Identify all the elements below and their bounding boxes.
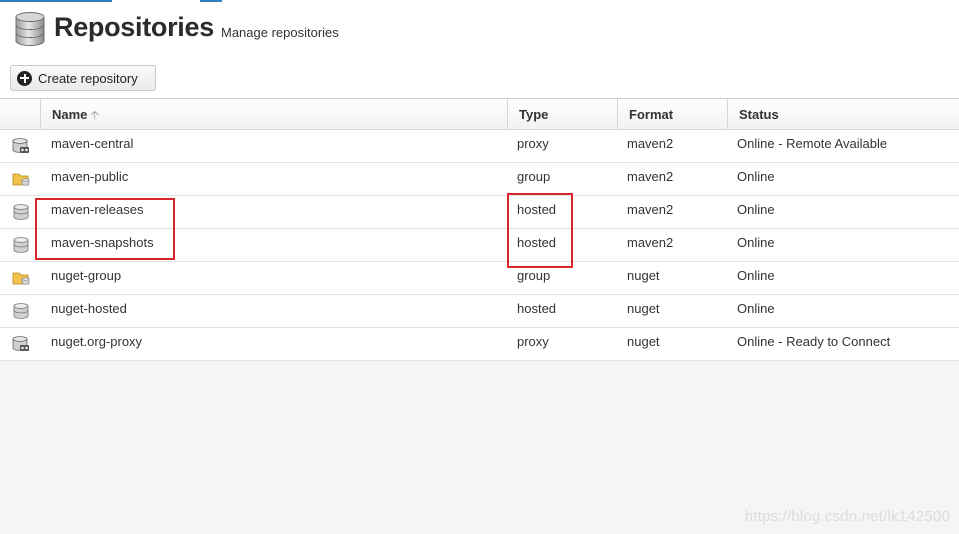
repo-status: Online [737,301,775,316]
create-repository-label: Create repository [38,70,138,86]
column-header-type-label: Type [519,107,549,122]
table-row[interactable]: maven-central proxy maven2 Online - Remo… [0,130,959,163]
column-header-status[interactable]: Status [727,99,959,130]
plus-circle-icon [17,70,32,86]
table-row[interactable]: maven-public group maven2 Online [0,163,959,196]
column-header-format[interactable]: Format [617,99,727,130]
column-header-status-label: Status [739,107,779,122]
group-repo-icon [12,173,30,186]
repo-name[interactable]: maven-snapshots [51,229,154,261]
repo-name[interactable]: maven-central [51,130,133,162]
repo-format: maven2 [627,202,674,217]
repo-type: group [517,268,551,283]
sort-ascending-icon: 🡡 [90,108,100,122]
repo-type: proxy [517,334,549,349]
group-repo-icon [12,272,30,285]
repo-name[interactable]: maven-releases [51,196,144,228]
icon-column-header [0,99,40,130]
repo-type: hosted [517,202,557,217]
table-row[interactable]: maven-snapshots hosted maven2 Online [0,229,959,262]
repo-status: Online - Remote Available [737,136,888,151]
database-icon [15,12,45,46]
repo-format: nuget [627,334,660,349]
table-row[interactable]: nuget-group group nuget Online [0,262,959,295]
repo-format: maven2 [627,235,674,250]
repo-format: nuget [627,268,660,283]
repo-status: Online [737,235,775,250]
table-row[interactable]: nuget.org-proxy proxy nuget Online - Rea… [0,328,959,361]
grid-rows: maven-central proxy maven2 Online - Remo… [0,130,959,361]
table-row[interactable]: maven-releases hosted maven2 Online [0,196,959,229]
watermark: https://blog.csdn.net/lk142500 [744,508,950,525]
repo-name[interactable]: nuget-group [51,262,121,294]
hosted-repo-icon [13,303,29,319]
create-repository-button[interactable]: Create repository [10,65,156,91]
repo-name[interactable]: nuget.org-proxy [51,328,142,360]
hosted-repo-icon [13,204,29,220]
repo-type: proxy [517,136,549,151]
proxy-repo-icon [12,138,29,153]
repo-status: Online - Ready to Connect [737,334,891,349]
repo-format: maven2 [627,136,674,151]
repo-type: hosted [517,235,557,250]
repo-type: group [517,169,551,184]
repo-status: Online [737,202,775,217]
page-subtitle: Manage repositories [221,25,339,40]
column-header-name[interactable]: Name 🡡 [40,99,507,130]
repositories-page: Repositories Manage repositories Create … [0,0,959,534]
repo-status: Online [737,169,775,184]
page-title: Repositories [54,12,214,42]
grid-header: Name 🡡 Type Format Status [0,99,959,130]
proxy-repo-icon [12,336,29,351]
column-header-name-label: Name [52,107,88,122]
repo-type: hosted [517,301,557,316]
repo-status: Online [737,268,775,283]
page-header: Repositories Manage repositories [0,0,959,60]
repo-format: nuget [627,301,660,316]
repo-name[interactable]: nuget-hosted [51,295,127,327]
repo-format: maven2 [627,169,674,184]
column-header-format-label: Format [629,107,674,122]
hosted-repo-icon [13,237,29,253]
repositories-grid: Name 🡡 Type Format Status maven-central … [0,98,959,534]
repo-name[interactable]: maven-public [51,163,128,195]
table-row[interactable]: nuget-hosted hosted nuget Online [0,295,959,328]
column-header-type[interactable]: Type [507,99,617,130]
